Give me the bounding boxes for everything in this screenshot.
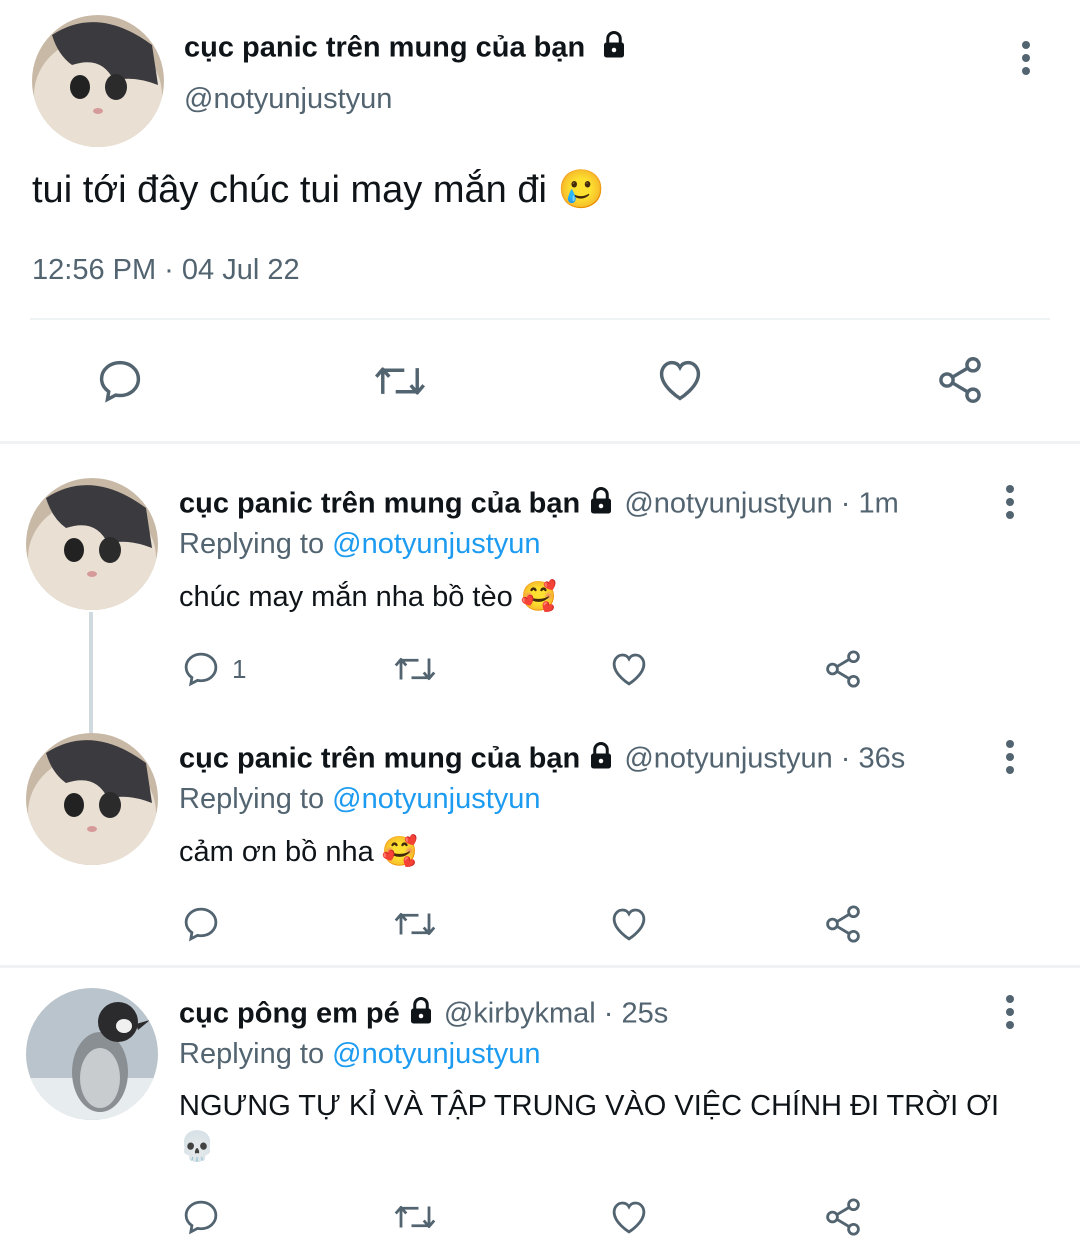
avatar[interactable]	[26, 988, 158, 1120]
replying-to-link[interactable]: @notyunjustyun	[332, 783, 540, 815]
share-button[interactable]	[934, 354, 986, 406]
lock-icon	[586, 741, 616, 779]
retweet-button[interactable]	[392, 1196, 438, 1238]
display-name[interactable]: cục panic trên mung của bạn	[179, 488, 580, 520]
thread-line	[89, 612, 93, 734]
more-options-button[interactable]	[990, 482, 1030, 522]
reply-text: NGƯNG TỰ KỈ VÀ TẬP TRUNG VÀO VIỆC CHÍNH …	[179, 1090, 1000, 1122]
section-divider	[0, 965, 1080, 968]
reply-time: · 36s	[840, 742, 906, 775]
avatar[interactable]	[26, 733, 158, 865]
share-icon	[939, 357, 981, 403]
reply-button[interactable]	[180, 1196, 222, 1238]
reply-time: · 25s	[603, 997, 669, 1030]
share-button[interactable]	[822, 1196, 864, 1238]
share-icon	[826, 650, 860, 688]
more-vertical-icon	[1022, 41, 1030, 75]
reply-icon	[184, 652, 218, 687]
tweet-text: tui tới đây chúc tui may mắn đi 🥲	[32, 169, 605, 211]
more-options-button[interactable]	[990, 992, 1030, 1032]
avatar[interactable]	[26, 478, 158, 610]
replying-to-link[interactable]: @notyunjustyun	[332, 1038, 540, 1070]
reply-icon	[184, 907, 218, 942]
share-icon	[826, 905, 860, 943]
more-vertical-icon	[1006, 740, 1014, 774]
like-button[interactable]	[608, 903, 650, 945]
lock-icon	[599, 30, 629, 68]
reply-text-emoji: 💀	[179, 1131, 216, 1163]
reply-text: chúc may mắn nha bồ tèo 🥰	[179, 581, 557, 613]
like-button[interactable]	[654, 354, 706, 406]
like-button[interactable]	[608, 1196, 650, 1238]
retweet-button[interactable]	[392, 648, 438, 690]
heart-icon	[612, 908, 646, 941]
lock-icon	[586, 486, 616, 524]
more-vertical-icon	[1006, 995, 1014, 1029]
display-name[interactable]: cục panic trên mung của bạn	[184, 32, 585, 64]
reply-icon	[99, 360, 141, 403]
avatar[interactable]	[32, 15, 164, 147]
reply-button[interactable]	[94, 355, 146, 407]
more-options-button[interactable]	[1006, 38, 1046, 78]
like-button[interactable]	[608, 648, 650, 690]
more-vertical-icon	[1006, 485, 1014, 519]
heart-icon	[612, 1201, 646, 1234]
lock-icon	[406, 996, 436, 1034]
replying-label: Replying to	[179, 783, 325, 815]
reply-button[interactable]: 1	[180, 648, 246, 690]
retweet-button[interactable]	[372, 355, 428, 407]
heart-icon	[612, 653, 646, 686]
tweet-timestamp: 12:56 PM · 04 Jul 22	[32, 254, 300, 286]
retweet-icon	[394, 1205, 436, 1229]
user-handle[interactable]: @notyunjustyun	[184, 83, 392, 116]
more-options-button[interactable]	[990, 737, 1030, 777]
retweet-icon	[394, 657, 436, 681]
divider	[30, 318, 1050, 320]
retweet-button[interactable]	[392, 903, 438, 945]
display-name[interactable]: cục pông em pé	[179, 998, 400, 1030]
section-divider	[0, 441, 1080, 444]
reply-icon	[184, 1200, 218, 1235]
user-handle[interactable]: @kirbykmal	[444, 998, 596, 1030]
user-handle[interactable]: @notyunjustyun	[624, 488, 832, 520]
replying-to-link[interactable]: @notyunjustyun	[332, 528, 540, 560]
reply-time: · 1m	[840, 487, 899, 520]
retweet-icon	[374, 367, 426, 395]
replying-label: Replying to	[179, 1038, 325, 1070]
share-button[interactable]	[822, 903, 864, 945]
heart-icon	[659, 360, 701, 401]
retweet-icon	[394, 912, 436, 936]
user-handle[interactable]: @notyunjustyun	[624, 743, 832, 775]
reply-text: cảm ơn bồ nha 🥰	[179, 836, 418, 868]
display-name[interactable]: cục panic trên mung của bạn	[179, 743, 580, 775]
reply-button[interactable]	[180, 903, 222, 945]
replying-label: Replying to	[179, 528, 325, 560]
share-icon	[826, 1198, 860, 1236]
share-button[interactable]	[822, 648, 864, 690]
reply-count: 1	[232, 653, 247, 684]
